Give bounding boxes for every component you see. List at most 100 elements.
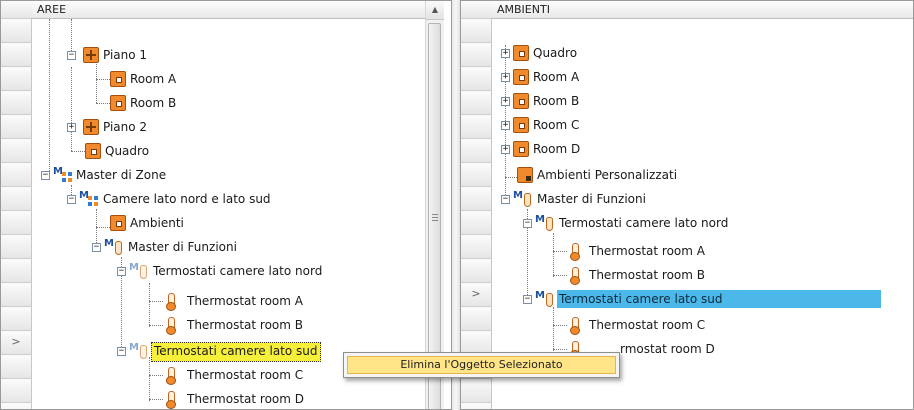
gutter-cell[interactable] bbox=[1, 163, 31, 187]
current-row-marker: > bbox=[471, 287, 481, 300]
tree-item-label-selected[interactable]: Termostati camere lato sud bbox=[151, 342, 321, 362]
tree-item-label[interactable]: rmostat room D bbox=[618, 340, 717, 358]
collapse-toggle[interactable]: − bbox=[523, 295, 532, 304]
tree-item-label[interactable]: Thermostat room A bbox=[587, 242, 707, 260]
collapse-toggle[interactable]: − bbox=[117, 267, 126, 276]
gutter-cell[interactable] bbox=[1, 355, 31, 379]
collapse-toggle[interactable]: − bbox=[41, 171, 50, 180]
gutter-cell[interactable] bbox=[461, 259, 491, 283]
tree-item-label[interactable]: Room A bbox=[128, 70, 178, 88]
gutter-cell[interactable] bbox=[461, 19, 491, 43]
tree-item-label[interactable]: Camere lato nord e lato sud bbox=[101, 190, 273, 208]
gutter-cell[interactable] bbox=[461, 403, 491, 409]
tree-item-label[interactable]: Thermostat room B bbox=[185, 316, 305, 334]
gutter-cell[interactable] bbox=[461, 307, 491, 331]
gutter-cell[interactable] bbox=[1, 91, 31, 115]
tree-item-label[interactable]: Thermostat room D bbox=[185, 390, 306, 408]
tree-item-label[interactable]: Thermostat room A bbox=[185, 292, 305, 310]
room-icon bbox=[85, 143, 101, 159]
tree-item-label[interactable]: Thermostat room C bbox=[587, 316, 707, 334]
scroll-up-arrow-icon[interactable]: ▲ bbox=[426, 1, 444, 20]
panel-header: AMBIENTI bbox=[491, 1, 913, 19]
tree-item-label[interactable]: Thermostat room C bbox=[185, 366, 305, 384]
tree-line bbox=[149, 283, 150, 327]
gutter-cell[interactable] bbox=[1, 211, 31, 235]
tree-item-label[interactable]: Termostati camere lato nord bbox=[151, 262, 324, 280]
vertical-scrollbar[interactable]: ▲ bbox=[425, 1, 444, 409]
tree-item-label[interactable]: Room B bbox=[128, 94, 178, 112]
gutter-cell-current[interactable]: > bbox=[1, 331, 31, 355]
tree-line bbox=[553, 307, 554, 351]
tree-line bbox=[553, 275, 567, 276]
tree-item-label[interactable]: Ambienti Personalizzati bbox=[535, 166, 679, 184]
tree-item-label[interactable]: Quadro bbox=[531, 44, 579, 62]
gutter-cell[interactable] bbox=[461, 139, 491, 163]
tree-item-label[interactable]: Piano 1 bbox=[101, 46, 149, 64]
gutter-cell[interactable] bbox=[461, 379, 491, 403]
tree-item-label[interactable]: Master di Funzioni bbox=[126, 238, 239, 256]
delete-selected-object-menu-item[interactable]: Elimina l'Oggetto Selezionato bbox=[347, 356, 616, 374]
master-zone-icon bbox=[53, 166, 73, 183]
tree-item-label-selected[interactable]: Termostati camere lato sud bbox=[557, 290, 881, 308]
tree-item-label[interactable]: Termostati camere lato nord bbox=[557, 214, 730, 232]
tree-line bbox=[149, 301, 163, 302]
gutter-cell[interactable] bbox=[1, 307, 31, 331]
collapse-toggle[interactable]: − bbox=[67, 195, 76, 204]
gutter-cell[interactable] bbox=[1, 283, 31, 307]
gutter-cell[interactable] bbox=[1, 139, 31, 163]
expand-toggle[interactable]: + bbox=[501, 97, 510, 106]
gutter-cell[interactable] bbox=[1, 115, 31, 139]
piano-icon bbox=[83, 47, 99, 63]
collapse-toggle[interactable]: − bbox=[523, 219, 532, 228]
tree-item-label[interactable]: Room C bbox=[531, 116, 581, 134]
tree-line bbox=[149, 325, 163, 326]
gutter-cell[interactable] bbox=[1, 235, 31, 259]
tree-item-label[interactable]: Ambienti bbox=[128, 214, 186, 232]
tree-item-label[interactable]: Room D bbox=[531, 140, 582, 158]
gutter-cell[interactable] bbox=[461, 235, 491, 259]
collapse-toggle[interactable]: − bbox=[501, 195, 510, 204]
tree-line bbox=[553, 325, 567, 326]
gutter-cell[interactable] bbox=[461, 211, 491, 235]
expand-toggle[interactable]: + bbox=[67, 123, 76, 132]
panel-splitter[interactable] bbox=[452, 0, 460, 410]
tree-line bbox=[149, 357, 150, 401]
tree-item-label[interactable]: Room B bbox=[531, 92, 581, 110]
expand-toggle[interactable]: + bbox=[501, 145, 510, 154]
gutter-cell[interactable] bbox=[461, 187, 491, 211]
gutter-cell[interactable] bbox=[461, 67, 491, 91]
grip-icon bbox=[432, 214, 438, 222]
gutter-cell[interactable] bbox=[1, 379, 31, 403]
gutter-cell[interactable] bbox=[1, 1, 31, 19]
tree-item-label[interactable]: Piano 2 bbox=[101, 118, 149, 136]
thermostat-icon bbox=[165, 367, 177, 385]
collapse-toggle[interactable]: − bbox=[117, 347, 126, 356]
gutter-cell[interactable] bbox=[461, 43, 491, 67]
collapse-toggle[interactable]: − bbox=[92, 243, 101, 252]
gutter-cell[interactable] bbox=[1, 259, 31, 283]
expand-toggle[interactable]: + bbox=[501, 73, 510, 82]
gutter-cell[interactable] bbox=[1, 403, 31, 409]
room-icon bbox=[513, 141, 529, 157]
gutter-cell[interactable] bbox=[461, 115, 491, 139]
current-row-marker: > bbox=[11, 335, 21, 348]
collapse-toggle[interactable]: − bbox=[67, 51, 76, 60]
gutter-cell[interactable] bbox=[1, 67, 31, 91]
tree-item-label[interactable]: Room A bbox=[531, 68, 581, 86]
room-icon bbox=[110, 215, 126, 231]
tree-item-label[interactable]: Master di Funzioni bbox=[535, 190, 648, 208]
gutter-cell[interactable] bbox=[461, 163, 491, 187]
gutter-cell[interactable] bbox=[1, 19, 31, 43]
tree-item-label[interactable]: Quadro bbox=[103, 142, 151, 160]
gutter-cell[interactable] bbox=[1, 187, 31, 211]
tree-item-label[interactable]: Thermostat room B bbox=[587, 266, 707, 284]
expand-toggle[interactable]: + bbox=[501, 49, 510, 58]
gutter-cell[interactable] bbox=[461, 1, 491, 19]
expand-toggle[interactable]: + bbox=[501, 121, 510, 130]
gutter-cell[interactable] bbox=[1, 43, 31, 67]
thermostat-icon bbox=[165, 293, 177, 311]
gutter-cell[interactable] bbox=[461, 91, 491, 115]
gutter-cell-current[interactable]: > bbox=[461, 283, 491, 307]
tree-item-label[interactable]: Master di Zone bbox=[74, 166, 168, 184]
row-gutter: > bbox=[461, 1, 492, 409]
